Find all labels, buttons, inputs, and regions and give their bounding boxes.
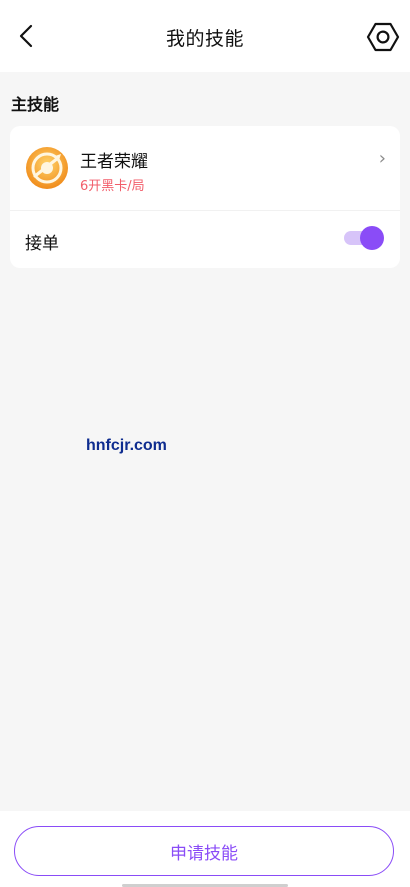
skill-price: 6开黑卡/局	[80, 179, 145, 194]
top-navigation-bar: 我的技能	[0, 0, 410, 72]
game-logo-icon	[26, 147, 68, 189]
toggle-knob	[360, 226, 384, 250]
settings-hexagon-icon	[366, 22, 400, 52]
skill-item[interactable]: 王者荣耀 6开黑卡/局 ›	[10, 126, 400, 210]
chevron-right-icon: ›	[378, 148, 386, 169]
accept-orders-label: 接单	[25, 234, 59, 254]
page-title: 我的技能	[165, 28, 244, 50]
section-title: 主技能	[11, 95, 60, 114]
skill-name: 王者荣耀	[80, 152, 148, 172]
accept-orders-toggle[interactable]	[344, 226, 384, 250]
skill-card: 王者荣耀 6开黑卡/局 › 接单	[10, 126, 400, 268]
apply-skill-button[interactable]: 申请技能	[14, 826, 394, 876]
bottom-action-bar: 申请技能	[0, 811, 410, 887]
accept-orders-row: 接单	[10, 211, 400, 268]
settings-button[interactable]	[366, 20, 400, 54]
watermark-text: hnfcjr.com	[86, 437, 167, 454]
